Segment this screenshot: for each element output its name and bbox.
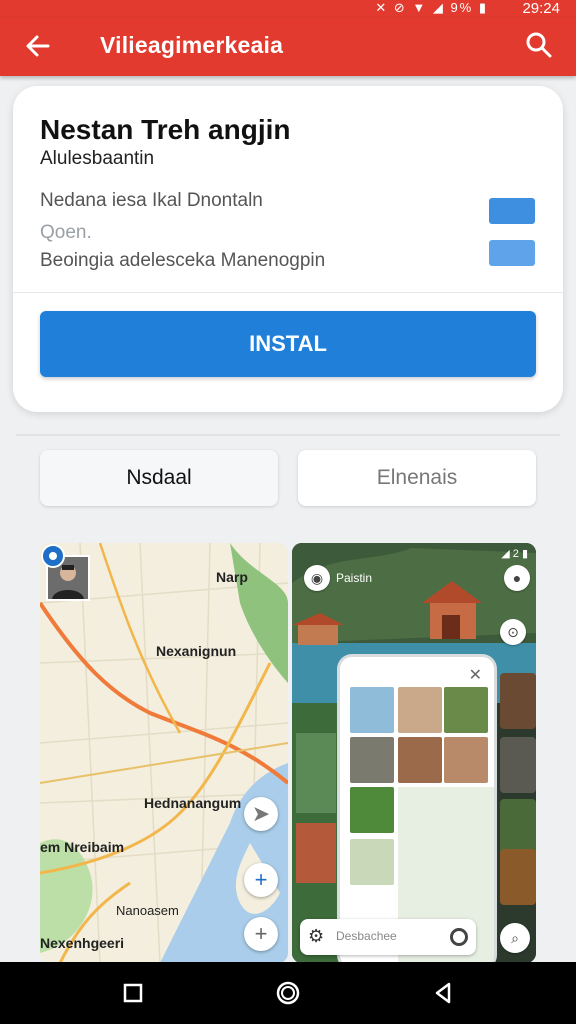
- map-label-3: Hednanangum: [144, 795, 242, 811]
- side-thumbnail[interactable]: [500, 737, 536, 793]
- map-graphic: [40, 543, 288, 963]
- thumbnail[interactable]: [350, 787, 394, 833]
- section-divider: [16, 434, 560, 436]
- thumbnail[interactable]: [398, 687, 442, 733]
- screenshot-gallery[interactable]: ◢ 2 ▮ Paistin ◉ ● ⊙ ✕ ⚙ Desbachee ⌕: [292, 543, 536, 963]
- location-chip-icon[interactable]: ●: [504, 565, 530, 591]
- zoom-out-icon[interactable]: +: [244, 917, 278, 951]
- thumbnail[interactable]: [444, 687, 488, 733]
- navigate-icon[interactable]: ➤: [244, 797, 278, 831]
- map-label-5: Nanoasem: [116, 903, 179, 918]
- app-info-card: Nestan Treh angjin Alulesbaantin Nedana …: [13, 86, 563, 412]
- zoom-in-icon[interactable]: +: [244, 863, 278, 897]
- home-icon[interactable]: [273, 978, 303, 1008]
- inner-phone-frame: ✕: [340, 657, 494, 963]
- gallery-top-text: Paistin: [336, 571, 373, 585]
- inner-search-bar[interactable]: ⚙ Desbachee: [300, 919, 476, 955]
- location-pin-icon[interactable]: [40, 543, 66, 569]
- status-time: 29:24: [522, 0, 560, 17]
- card-divider: [13, 292, 563, 293]
- thumbnail[interactable]: [350, 737, 394, 783]
- info-badge-2: [489, 240, 535, 266]
- app-title: Vilieagimerkeaia: [100, 32, 284, 58]
- app-name: Nestan Treh angjin: [40, 114, 291, 145]
- side-thumbnail[interactable]: [500, 799, 536, 855]
- search-icon[interactable]: ⌕: [500, 923, 530, 953]
- thumbnail[interactable]: [398, 737, 442, 783]
- side-thumbnail[interactable]: [500, 673, 536, 729]
- thumbnail[interactable]: [444, 737, 488, 783]
- side-thumbnail[interactable]: [500, 849, 536, 905]
- map-label-4: em Nreibaim: [40, 839, 125, 855]
- pin-icon[interactable]: ⊙: [500, 619, 526, 645]
- pin-chip-icon[interactable]: ◉: [304, 565, 330, 591]
- inner-search-text: Desbachee: [336, 929, 397, 943]
- info-row-1: Nedana iesa Ikal Dnontaln: [40, 190, 263, 211]
- map-label-2: Nexanignun: [156, 643, 237, 659]
- tab-nsdaal[interactable]: Nsdaal: [40, 450, 278, 506]
- install-button[interactable]: INSTAL: [40, 311, 536, 377]
- thumbnail[interactable]: [350, 839, 394, 885]
- back-icon[interactable]: [428, 978, 458, 1008]
- arrow-left-icon[interactable]: [22, 30, 54, 62]
- thumbnail[interactable]: [350, 687, 394, 733]
- recents-icon[interactable]: [118, 978, 148, 1008]
- mini-status-bar: ◢ 2 ▮: [501, 548, 528, 560]
- close-icon[interactable]: ✕: [469, 665, 482, 685]
- gear-icon[interactable]: ⚙: [308, 926, 324, 947]
- record-icon[interactable]: [450, 928, 468, 946]
- status-icons: ✕ ⊘ ▼ ◢ 9% ▮: [375, 0, 488, 15]
- developer-name: Alulesbaantin: [40, 148, 155, 169]
- info-row-3: Beoingia adelesceka Manenogpin: [40, 250, 326, 271]
- info-row-2: Qoen.: [40, 222, 92, 243]
- status-bar: ✕ ⊘ ▼ ◢ 9% ▮ 29:24: [0, 0, 576, 18]
- map-label-6: Nexenhgeeri: [40, 935, 125, 951]
- tab-elnenais[interactable]: Elnenais: [298, 450, 536, 506]
- screenshot-map[interactable]: Narp Nexanignun Hednanangum em Nreibaim …: [40, 543, 288, 963]
- info-badge-1: [489, 198, 535, 224]
- system-nav-bar: [0, 962, 576, 1024]
- search-icon[interactable]: [524, 30, 554, 60]
- map-label-1: Narp: [216, 569, 248, 585]
- app-bar: Vilieagimerkeaia: [0, 18, 576, 76]
